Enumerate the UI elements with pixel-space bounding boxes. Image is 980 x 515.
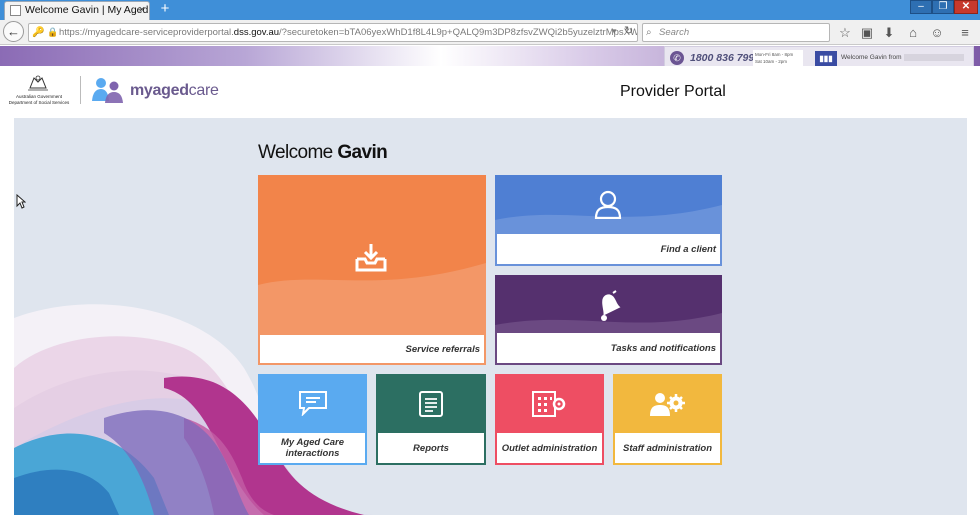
welcome-user-text[interactable]: Welcome Gavin from (841, 54, 964, 61)
bookmark-star-icon[interactable]: ☆ (836, 24, 854, 42)
window-maximize-button[interactable]: ❐ (932, 0, 954, 14)
tile-find-a-client[interactable]: Find a client (495, 175, 722, 266)
chat-icon[interactable]: ☺ (928, 24, 946, 42)
tile-label: Outlet administration (497, 433, 602, 463)
building-gear-icon (531, 390, 567, 418)
staff-gear-icon (649, 390, 685, 418)
tile-service-referrals[interactable]: Service referrals (258, 175, 486, 365)
inbox-download-icon (354, 243, 388, 273)
organisation-icon: ▮▮▮ (815, 51, 837, 66)
welcome-name: Gavin (337, 142, 388, 163)
phone-number: 1800 836 799 (690, 52, 755, 64)
brand-bold: myaged (130, 82, 189, 99)
coat-of-arms-icon (28, 75, 48, 91)
tile-label: Staff administration (615, 433, 720, 463)
page: ✆ 1800 836 799 Mon-Fri 8am - 8pm Sat 10a… (0, 46, 980, 515)
menu-icon[interactable]: ≡ (956, 24, 974, 42)
url-prefix: https://myagedcare-serviceproviderportal… (59, 27, 234, 38)
tile-label: Tasks and notifications (497, 333, 720, 363)
australian-government-logo[interactable]: Australian Government Department of Soci… (6, 74, 70, 108)
clipboard-icon[interactable]: ▣ (858, 24, 876, 42)
chat-bubble-icon (298, 390, 328, 416)
phone-icon: ✆ (670, 51, 684, 65)
tile-label: My Aged Care interactions (260, 433, 365, 463)
tile-label: Find a client (497, 234, 720, 264)
redacted-organisation (903, 54, 964, 61)
tab-title: Welcome Gavin | My Aged ... (25, 4, 150, 16)
brand-light: care (188, 82, 219, 99)
page-info-icon[interactable]: 🔑 (32, 24, 44, 41)
user-icon (593, 189, 623, 219)
browser-titlebar: Welcome Gavin | My Aged ... × + – ❐ ✕ (0, 0, 980, 20)
report-document-icon (418, 390, 444, 418)
bell-icon (593, 289, 623, 323)
gov-text-line-2: Department of Social Services (8, 100, 70, 105)
new-tab-button[interactable]: + (156, 0, 174, 19)
tile-label: Service referrals (260, 335, 484, 363)
main-content: Welcome Gavin Service referrals Find a c… (14, 118, 967, 515)
page-favicon-icon (10, 5, 21, 16)
tile-my-aged-care-interactions[interactable]: My Aged Care interactions (258, 374, 367, 465)
url-domain: dss.gov.au (233, 27, 280, 38)
search-input[interactable]: ⌕ Search (642, 23, 830, 42)
dropdown-arrow-icon[interactable]: ▾ (612, 26, 617, 37)
window-close-button[interactable]: ✕ (954, 0, 978, 14)
reload-icon[interactable]: ↻ (624, 24, 633, 37)
opening-hours: Mon-Fri 8am - 8pm Sat 10am - 2pm (753, 50, 803, 66)
tile-staff-administration[interactable]: Staff administration (613, 374, 722, 465)
tab-close-icon[interactable]: × (139, 2, 145, 19)
search-placeholder: Search (659, 27, 690, 38)
site-header: Australian Government Department of Soci… (0, 66, 980, 118)
my-aged-care-logo-icon[interactable] (90, 75, 124, 105)
window-minimize-button[interactable]: – (910, 0, 932, 14)
tile-reports[interactable]: Reports (376, 374, 486, 465)
download-icon[interactable]: ⬇ (880, 24, 898, 42)
tile-tasks-and-notifications[interactable]: Tasks and notifications (495, 275, 722, 365)
back-arrow-icon[interactable]: ← (3, 21, 24, 42)
welcome-heading: Welcome Gavin (258, 142, 388, 164)
browser-navbar: ← 🔑 🔒 https://myagedcare-serviceprovider… (0, 20, 980, 45)
hours-line-1: Mon-Fri 8am - 8pm (755, 52, 794, 57)
browser-tab[interactable]: Welcome Gavin | My Aged ... × (4, 1, 150, 20)
home-icon[interactable]: ⌂ (904, 24, 922, 42)
url-suffix: /?securetoken=bTA06yexWhD1f8L4L9p+QALQ9m… (279, 27, 637, 38)
hours-line-2: Sat 10am - 2pm (755, 59, 788, 64)
mouse-cursor-icon (16, 194, 26, 209)
welcome-prefix: Welcome (258, 142, 338, 163)
welcome-user-label: Welcome Gavin from (841, 54, 902, 62)
search-icon: ⌕ (646, 27, 652, 38)
background-waves (14, 304, 374, 515)
tile-label: Reports (378, 433, 484, 463)
page-title: Provider Portal (620, 83, 726, 100)
logo-divider (80, 76, 81, 104)
address-bar[interactable]: 🔑 🔒 https://myagedcare-serviceproviderpo… (28, 23, 638, 42)
my-aged-care-wordmark[interactable]: myagedcare (130, 82, 219, 100)
lock-icon: 🔒 (47, 27, 59, 37)
tile-outlet-administration[interactable]: Outlet administration (495, 374, 604, 465)
